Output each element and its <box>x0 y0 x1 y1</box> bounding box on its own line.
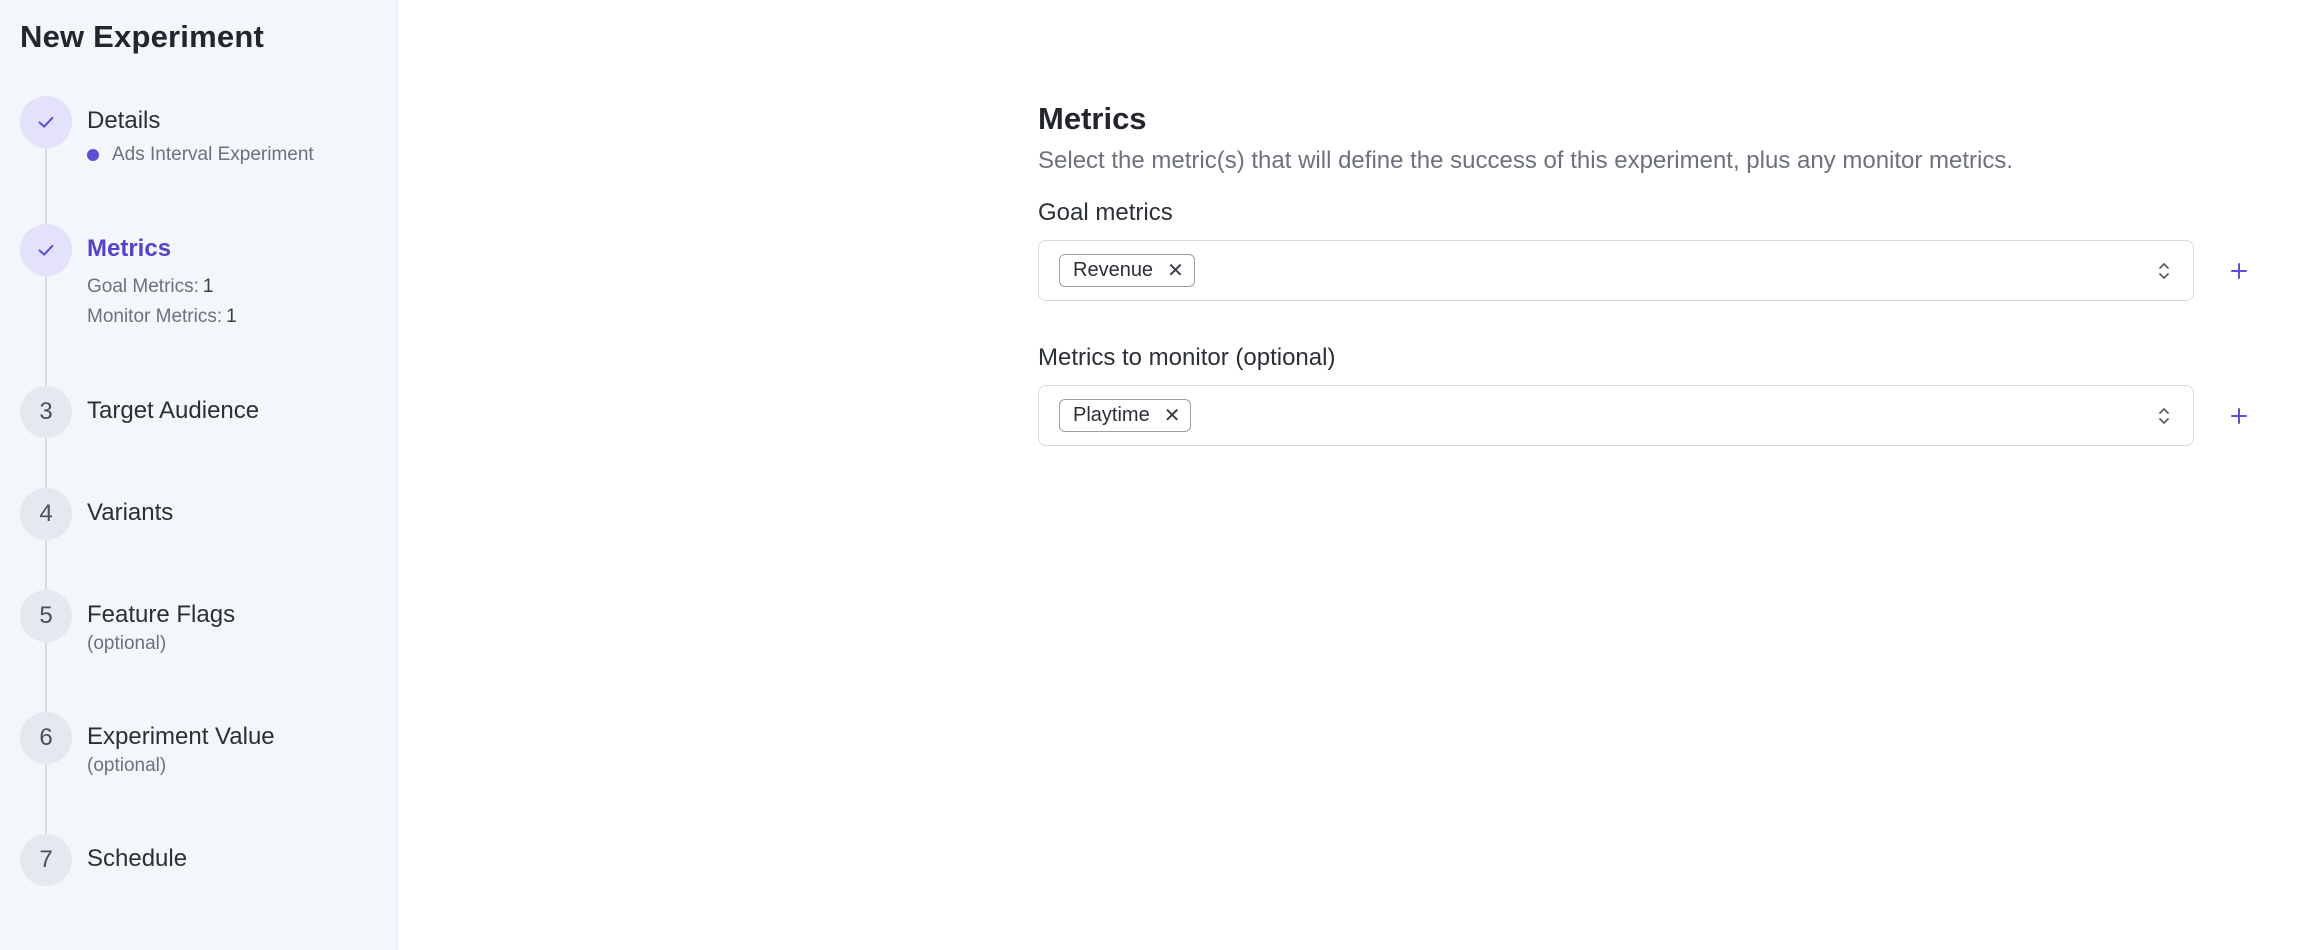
metric-chip: Playtime ✕ <box>1059 399 1192 432</box>
step-number: 3 <box>20 386 72 438</box>
step-variants[interactable]: 4 Variants <box>20 488 397 590</box>
step-body: Feature Flags (optional) <box>87 590 235 656</box>
step-feature-flags[interactable]: 5 Feature Flags (optional) <box>20 590 397 712</box>
chevron-up-down-icon[interactable] <box>2157 405 2171 427</box>
step-connector <box>45 540 47 590</box>
monitor-metrics-row: Playtime ✕ <box>1038 385 2320 446</box>
monitor-metrics-label: Metrics to monitor (optional) <box>1038 344 1336 371</box>
step-optional-note: (optional) <box>87 755 167 776</box>
monitor-metrics-select[interactable]: Playtime ✕ <box>1038 385 2194 446</box>
chevron-up-down-icon[interactable] <box>2157 260 2171 282</box>
step-optional-note: (optional) <box>87 633 167 654</box>
step-body: Details Ads Interval Experiment <box>87 96 314 166</box>
step-details[interactable]: Details Ads Interval Experiment <box>20 96 397 224</box>
step-list: Details Ads Interval Experiment Metrics … <box>20 96 397 894</box>
step-body: Experiment Value (optional) <box>87 712 275 778</box>
step-number: 6 <box>20 712 72 764</box>
goal-metrics-select[interactable]: Revenue ✕ <box>1038 240 2194 301</box>
step-label: Variants <box>87 499 174 526</box>
monitor-metrics-summary: Monitor Metrics: 1 <box>87 304 237 330</box>
step-connector <box>45 764 47 834</box>
summary-value: 1 <box>226 306 237 327</box>
step-complete-check-icon <box>20 224 72 276</box>
plus-icon[interactable] <box>2224 401 2254 431</box>
step-connector <box>45 438 47 488</box>
step-detail-text: Ads Interval Experiment <box>112 144 314 165</box>
chip-label: Revenue <box>1073 259 1154 281</box>
step-number: 7 <box>20 834 72 886</box>
step-label: Target Audience <box>87 397 260 424</box>
metrics-form: Metrics Select the metric(s) that will d… <box>1038 100 2320 446</box>
step-connector <box>45 642 47 712</box>
step-complete-check-icon <box>20 96 72 148</box>
step-label: Metrics <box>87 235 172 262</box>
summary-label: Goal Metrics: <box>87 276 199 297</box>
step-body: Schedule <box>87 834 187 874</box>
step-number: 5 <box>20 590 72 642</box>
summary-value: 1 <box>202 276 214 297</box>
app-root: New Experiment Details Ads Interval Expe… <box>0 0 2320 950</box>
main-content: Metrics Select the metric(s) that will d… <box>398 0 2320 950</box>
step-experiment-value[interactable]: 6 Experiment Value (optional) <box>20 712 397 834</box>
step-schedule[interactable]: 7 Schedule <box>20 834 397 894</box>
bullet-dot-icon <box>87 149 99 161</box>
summary-label: Monitor Metrics: <box>87 306 223 327</box>
step-connector <box>45 276 47 386</box>
chip-label: Playtime <box>1073 404 1150 426</box>
step-label: Experiment Value <box>87 723 275 750</box>
goal-metrics-row: Revenue ✕ <box>1038 240 2320 301</box>
page-title: New Experiment <box>20 19 264 54</box>
step-label: Feature Flags <box>87 601 236 628</box>
step-label: Schedule <box>87 845 188 872</box>
step-target-audience[interactable]: 3 Target Audience <box>20 386 397 488</box>
step-body: Metrics Goal Metrics: 1 Monitor Metrics: 1 <box>87 224 237 330</box>
step-detail-item: Ads Interval Experiment <box>87 144 314 166</box>
step-metrics[interactable]: Metrics Goal Metrics: 1 Monitor Metrics: 1 <box>20 224 397 386</box>
section-description: Select the metric(s) that will define th… <box>1038 147 2014 174</box>
step-body: Target Audience <box>87 386 259 426</box>
sidebar: New Experiment Details Ads Interval Expe… <box>0 0 398 950</box>
step-number: 4 <box>20 488 72 540</box>
goal-metrics-summary: Goal Metrics: 1 <box>87 274 237 300</box>
section-title: Metrics <box>1038 101 1147 136</box>
close-icon[interactable]: ✕ <box>1164 406 1181 426</box>
metric-chip: Revenue ✕ <box>1059 254 1195 287</box>
plus-icon[interactable] <box>2224 256 2254 286</box>
step-body: Variants <box>87 488 173 528</box>
goal-metrics-label: Goal metrics <box>1038 199 1173 226</box>
step-label: Details <box>87 107 161 134</box>
step-connector <box>45 148 47 224</box>
close-icon[interactable]: ✕ <box>1167 261 1184 281</box>
